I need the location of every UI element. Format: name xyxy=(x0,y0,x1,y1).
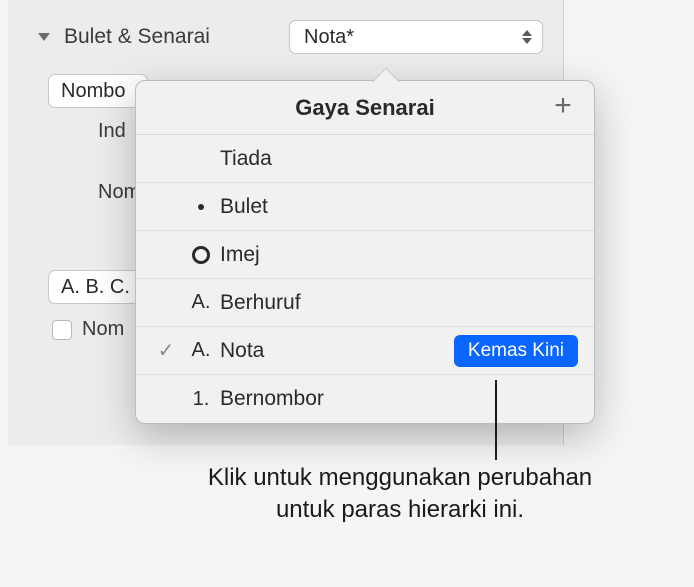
tiered-checkbox[interactable] xyxy=(52,320,72,340)
checkmark-icon: ✓ xyxy=(150,338,182,363)
callout-text: Klik untuk menggunakan perubahan untuk p… xyxy=(190,462,610,527)
number-marker: 1. xyxy=(182,388,220,411)
plus-icon: + xyxy=(554,89,572,122)
style-label: Bernombor xyxy=(220,387,578,411)
bullet-marker-icon xyxy=(182,204,220,210)
list-type-value: Nombo xyxy=(61,80,125,103)
section-title: Bulet & Senarai xyxy=(64,25,279,49)
style-label: Imej xyxy=(220,243,578,267)
style-item-lettered[interactable]: A. Berhuruf xyxy=(136,279,594,327)
style-label: Nota xyxy=(220,339,454,363)
update-style-button[interactable]: Kemas Kini xyxy=(454,335,578,367)
style-label: Berhuruf xyxy=(220,291,578,315)
style-item-nota[interactable]: ✓ A. Nota Kemas Kini xyxy=(136,327,594,375)
chevron-updown-icon xyxy=(522,30,532,44)
section-header: Bulet & Senarai Nota* xyxy=(8,20,563,68)
tiered-checkbox-label: Nom xyxy=(82,318,124,341)
indent-label: Ind xyxy=(48,120,118,143)
style-item-none[interactable]: Tiada xyxy=(136,135,594,183)
style-label: Bulet xyxy=(220,195,578,219)
add-style-button[interactable]: + xyxy=(548,93,578,123)
letter-marker: A. xyxy=(182,339,220,362)
style-item-numbered[interactable]: 1. Bernombor xyxy=(136,375,594,423)
popover-header: Gaya Senarai + xyxy=(136,81,594,135)
list-styles-popover: Gaya Senarai + Tiada Bulet Imej A. Berhu… xyxy=(135,80,595,424)
style-list: Tiada Bulet Imej A. Berhuruf ✓ A. Nota K… xyxy=(136,135,594,423)
callout-leader-line xyxy=(495,380,497,460)
number-label: Nom xyxy=(48,181,118,204)
ring-marker-icon xyxy=(182,246,220,264)
disclosure-triangle-icon[interactable] xyxy=(38,33,50,41)
list-style-value: Nota* xyxy=(304,26,354,49)
list-style-select[interactable]: Nota* xyxy=(289,20,543,54)
list-type-select[interactable]: Nombo xyxy=(48,74,148,108)
number-format-value: A. B. C. xyxy=(61,276,130,299)
style-item-image[interactable]: Imej xyxy=(136,231,594,279)
style-label: Tiada xyxy=(220,147,578,171)
style-item-bullet[interactable]: Bulet xyxy=(136,183,594,231)
popover-title: Gaya Senarai xyxy=(295,95,434,121)
letter-marker: A. xyxy=(182,291,220,314)
